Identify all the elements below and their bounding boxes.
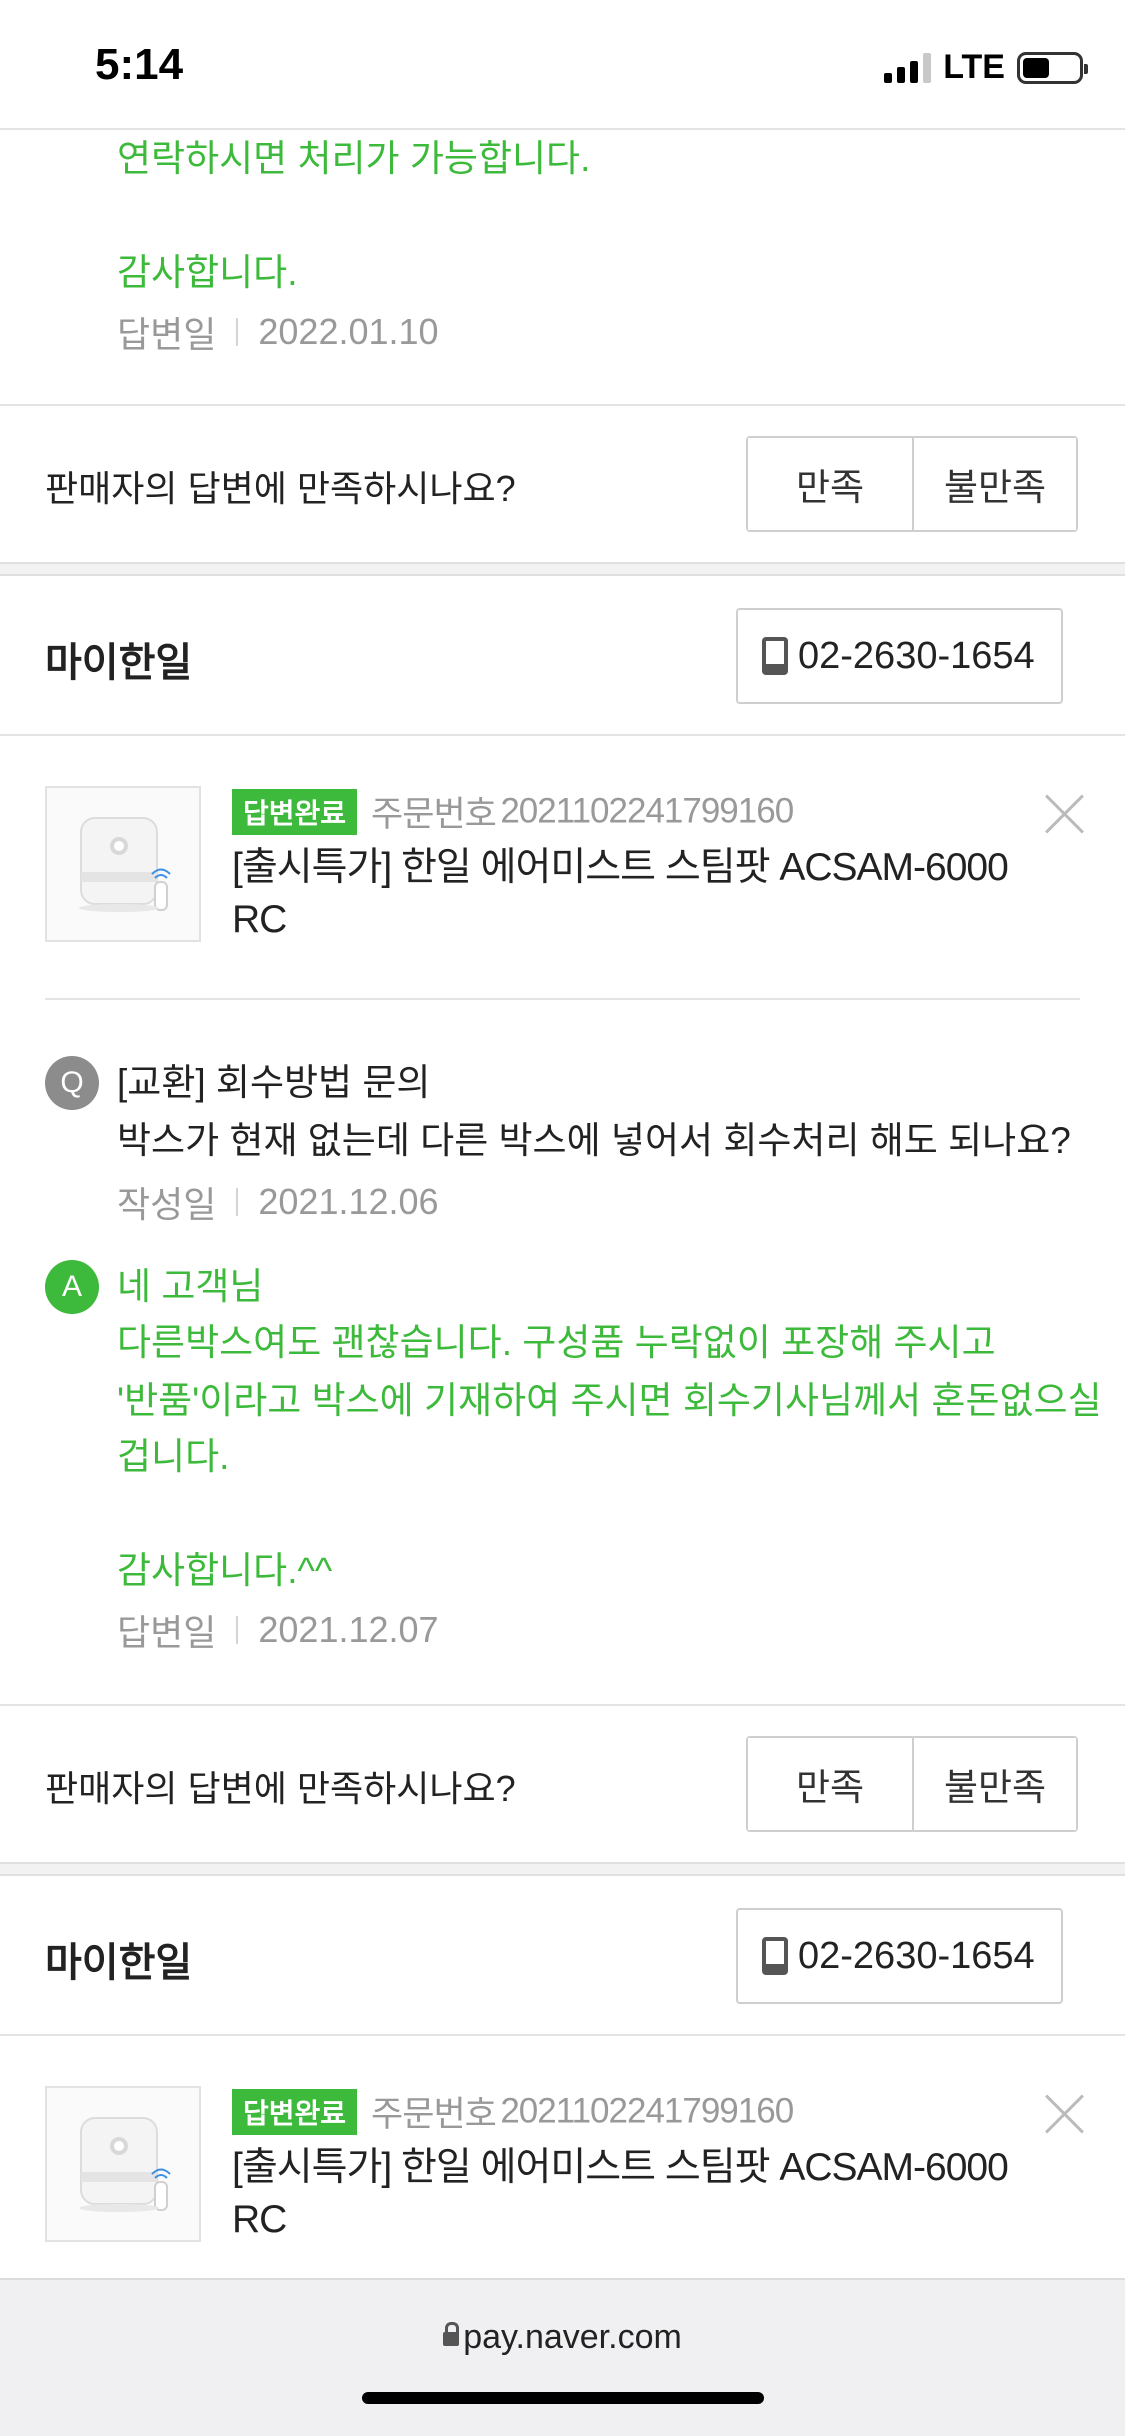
order-info: 답변완료 주문번호 2021102241799160: [232, 786, 794, 837]
divider: [0, 1704, 1125, 1706]
answer-date-value: 2022.01.10: [258, 311, 439, 352]
order-number: 2021102241799160: [500, 791, 794, 831]
order-label: 주문번호: [371, 795, 497, 834]
order-info: 답변완료 주문번호 2021102241799160: [232, 2086, 794, 2137]
satisfaction-question: 판매자의 답변에 만족하시나요?: [45, 1768, 516, 1809]
product-thumbnail[interactable]: [45, 786, 201, 942]
address-bar[interactable]: pay.naver.com: [0, 2318, 1125, 2357]
close-icon[interactable]: [1044, 2094, 1084, 2134]
air-purifier-image: [79, 2117, 171, 2212]
product-thumbnail[interactable]: [45, 2086, 201, 2242]
order-label: 주문번호: [371, 2095, 497, 2134]
satisfaction-buttons: 만족 불만족: [746, 1736, 1078, 1832]
satisfaction-buttons: 만족 불만족: [746, 436, 1078, 532]
call-seller-button[interactable]: 02-2630-1654: [736, 1908, 1063, 2004]
answered-badge: 답변완료: [232, 2088, 358, 2135]
battery-icon: [1017, 51, 1088, 84]
status-bar: 5:14 LTE: [0, 0, 1125, 130]
answer-date-label: 답변일: [117, 1612, 217, 1653]
question-date-label: 작성일: [117, 1184, 217, 1225]
satisfied-button[interactable]: 만족: [748, 1738, 912, 1830]
signal-icon: [884, 52, 932, 83]
answered-badge: 답변완료: [232, 788, 358, 835]
satisfied-button[interactable]: 만족: [748, 438, 912, 530]
section-separator: [0, 562, 1125, 576]
product-title-line1[interactable]: [출시특가] 한일 에어미스트 스팀팟 ACSAM-6000: [232, 2142, 1009, 2193]
divider: [45, 998, 1080, 1000]
unsatisfied-button[interactable]: 불만족: [912, 438, 1076, 530]
answer-line: 겁니다.: [117, 1436, 230, 1477]
divider: [0, 2034, 1125, 2036]
phone-icon: [762, 1937, 788, 1975]
seller-phone: 02-2630-1654: [798, 634, 1035, 677]
product-title-line2[interactable]: RC: [232, 2194, 287, 2245]
answer-date-value: 2021.12.07: [258, 1609, 439, 1650]
question-body: 박스가 현재 없는데 다른 박스에 넣어서 회수처리 해도 되나요?: [117, 1120, 1071, 1161]
divider: [0, 734, 1125, 736]
close-icon[interactable]: [1044, 794, 1084, 834]
answer-line: '반품'이라고 박스에 기재하여 주시면 회수기사님께서 혼돈없으실: [117, 1380, 1102, 1421]
question-date: 작성일 2021.12.06: [117, 1176, 439, 1228]
answer-date: 답변일 2021.12.07: [117, 1604, 439, 1656]
call-seller-button[interactable]: 02-2630-1654: [736, 608, 1063, 704]
seller-phone: 02-2630-1654: [798, 1934, 1035, 1977]
unsatisfied-button[interactable]: 불만족: [912, 1738, 1076, 1830]
network-label: LTE: [943, 48, 1005, 86]
prev-answer-date: 답변일 2022.01.10: [117, 306, 439, 358]
home-indicator[interactable]: [362, 2392, 764, 2404]
question-title: [교환] 회수방법 문의: [117, 1062, 431, 1103]
prev-answer-line: 연락하시면 처리가 가능합니다.: [117, 138, 591, 179]
answer-marker: A: [45, 1260, 99, 1314]
answer-date-label: 답변일: [117, 314, 217, 355]
satisfaction-question: 판매자의 답변에 만족하시나요?: [45, 468, 516, 509]
question-date-value: 2021.12.06: [258, 1181, 439, 1222]
status-indicators: LTE: [884, 48, 1088, 87]
product-title-line1[interactable]: [출시특가] 한일 에어미스트 스팀팟 ACSAM-6000: [232, 842, 1009, 893]
phone-icon: [762, 637, 788, 675]
answer-line: 다른박스여도 괜찮습니다. 구성품 누락없이 포장해 주시고: [117, 1322, 996, 1363]
section-separator: [0, 1862, 1125, 1876]
answer-line: 네 고객님: [117, 1266, 264, 1307]
browser-bottom-bar: pay.naver.com: [0, 2278, 1125, 2436]
product-title-line2[interactable]: RC: [232, 894, 287, 945]
question-marker: Q: [45, 1056, 99, 1110]
seller-name: 마이한일: [45, 1941, 193, 1985]
lock-icon: [443, 2322, 460, 2346]
answer-thanks: 감사합니다.^^: [117, 1550, 333, 1591]
url-text: pay.naver.com: [463, 2318, 682, 2356]
prev-answer-thanks: 감사합니다.: [117, 252, 298, 293]
status-time: 5:14: [95, 40, 184, 89]
seller-name: 마이한일: [45, 641, 193, 685]
divider: [0, 404, 1125, 406]
air-purifier-image: [79, 817, 171, 912]
order-number: 2021102241799160: [500, 2091, 794, 2131]
